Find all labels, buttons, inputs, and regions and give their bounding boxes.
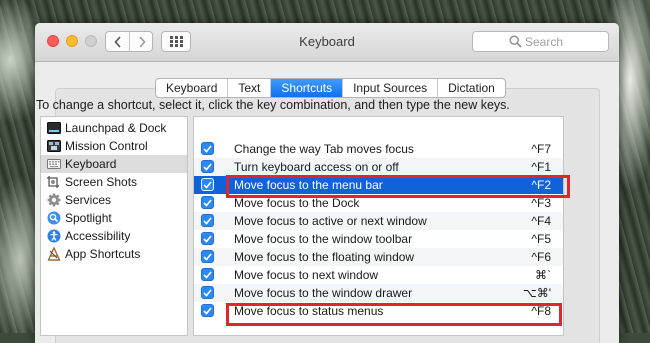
highlight-box-menu-bar xyxy=(226,175,570,198)
tab-shortcuts[interactable]: Shortcuts xyxy=(271,79,344,97)
keyboard-icon xyxy=(47,157,61,171)
shortcut-row[interactable]: Change the way Tab moves focus ^F7 xyxy=(194,140,563,158)
tab-bar: Keyboard Text Shortcuts Input Sources Di… xyxy=(155,78,506,98)
tab-input-sources[interactable]: Input Sources xyxy=(343,79,439,97)
category-label: Spotlight xyxy=(65,211,112,225)
search-icon xyxy=(509,35,522,48)
spotlight-icon xyxy=(47,211,61,225)
shortcut-key[interactable]: ^F3 xyxy=(531,196,551,210)
shortcut-row[interactable]: Turn keyboard access on or off ^F1 xyxy=(194,158,563,176)
shortcut-label: Move focus to the window toolbar xyxy=(234,232,413,246)
category-list: Launchpad & Dock Mission Control Keyboar… xyxy=(40,116,188,336)
category-label: Screen Shots xyxy=(65,175,138,189)
category-label: Launchpad & Dock xyxy=(65,121,167,135)
shortcut-label: Move focus to the Dock xyxy=(234,196,360,210)
app-shortcuts-icon xyxy=(47,247,61,261)
shortcut-checkbox[interactable] xyxy=(201,196,214,209)
accessibility-icon xyxy=(47,229,61,243)
screenshot-icon xyxy=(47,175,61,189)
tab-keyboard[interactable]: Keyboard xyxy=(156,79,229,97)
checkmark-icon xyxy=(203,162,212,171)
shortcut-key[interactable]: ^F1 xyxy=(531,160,551,174)
checkmark-icon xyxy=(203,234,212,243)
title-bar: Keyboard Search xyxy=(35,23,619,62)
launchpad-icon xyxy=(47,121,61,135)
shortcut-key[interactable]: ^F4 xyxy=(531,214,551,228)
category-label: Accessibility xyxy=(65,229,131,243)
category-launchpad-dock[interactable]: Launchpad & Dock xyxy=(41,119,187,137)
window-title: Keyboard xyxy=(299,34,355,49)
category-label: Services xyxy=(65,193,112,207)
navigation-buttons xyxy=(105,31,153,52)
shortcut-label: Move focus to next window xyxy=(234,268,379,282)
mission-control-icon xyxy=(47,139,61,153)
forward-button[interactable] xyxy=(130,32,153,51)
checkmark-icon xyxy=(203,198,212,207)
shortcut-label: Move focus to active or next window xyxy=(234,214,427,228)
shortcut-key[interactable]: ^F6 xyxy=(531,250,551,264)
checkmark-icon xyxy=(203,144,212,153)
chevron-left-icon xyxy=(113,35,121,48)
shortcut-checkbox[interactable] xyxy=(201,286,214,299)
close-button[interactable] xyxy=(47,35,59,47)
shortcut-checkbox[interactable] xyxy=(201,304,214,317)
checkmark-icon xyxy=(203,252,212,261)
shortcut-label: Move focus to the floating window xyxy=(234,250,415,264)
tab-dictation[interactable]: Dictation xyxy=(438,79,505,97)
category-accessibility[interactable]: Accessibility xyxy=(41,227,187,245)
shortcut-label: Turn keyboard access on or off xyxy=(234,160,399,174)
chevron-right-icon xyxy=(138,35,146,48)
shortcut-row[interactable]: Move focus to the window drawer ⌥⌘' xyxy=(194,284,563,302)
grid-icon xyxy=(169,36,183,47)
zoom-button[interactable] xyxy=(85,35,97,47)
show-all-button[interactable] xyxy=(161,31,191,52)
minimize-button[interactable] xyxy=(66,35,78,47)
shortcut-key[interactable]: ⌘` xyxy=(535,268,551,282)
shortcut-checkbox[interactable] xyxy=(201,268,214,281)
shortcut-key[interactable]: ^F5 xyxy=(531,232,551,246)
shortcut-label: Change the way Tab moves focus xyxy=(234,142,414,156)
shortcut-row[interactable]: Move focus to the floating window ^F6 xyxy=(194,248,563,266)
checkmark-icon xyxy=(203,288,212,297)
shortcut-label: Move focus to the window drawer xyxy=(234,286,413,300)
tab-text[interactable]: Text xyxy=(228,79,272,97)
category-label: Keyboard xyxy=(65,157,117,171)
shortcut-row[interactable]: Move focus to the window toolbar ^F5 xyxy=(194,230,563,248)
checkmark-icon xyxy=(203,216,212,225)
shortcut-checkbox[interactable] xyxy=(201,160,214,173)
category-app-shortcuts[interactable]: App Shortcuts xyxy=(41,245,187,263)
shortcut-checkbox[interactable] xyxy=(201,178,214,191)
category-spotlight[interactable]: Spotlight xyxy=(41,209,187,227)
instructions-text: To change a shortcut, select it, click t… xyxy=(36,98,510,112)
shortcut-checkbox[interactable] xyxy=(201,142,214,155)
search-field[interactable]: Search xyxy=(472,31,609,52)
category-services[interactable]: Services xyxy=(41,191,187,209)
category-mission-control[interactable]: Mission Control xyxy=(41,137,187,155)
search-placeholder: Search xyxy=(525,35,564,49)
shortcut-key[interactable]: ^F7 xyxy=(531,142,551,156)
checkmark-icon xyxy=(203,306,212,315)
category-screen-shots[interactable]: Screen Shots xyxy=(41,173,187,191)
shortcut-row[interactable]: Move focus to next window ⌘` xyxy=(194,266,563,284)
back-button[interactable] xyxy=(106,32,130,51)
checkmark-icon xyxy=(203,180,212,189)
shortcut-checkbox[interactable] xyxy=(201,232,214,245)
shortcut-key[interactable]: ⌥⌘' xyxy=(523,286,551,300)
shortcut-checkbox[interactable] xyxy=(201,250,214,263)
highlight-box-status-menus xyxy=(226,303,562,326)
checkmark-icon xyxy=(203,270,212,279)
category-keyboard[interactable]: Keyboard xyxy=(41,155,187,173)
category-label: Mission Control xyxy=(65,139,148,153)
shortcut-row[interactable]: Move focus to active or next window ^F4 xyxy=(194,212,563,230)
category-label: App Shortcuts xyxy=(65,247,141,261)
gear-icon xyxy=(47,193,61,207)
shortcut-checkbox[interactable] xyxy=(201,214,214,227)
